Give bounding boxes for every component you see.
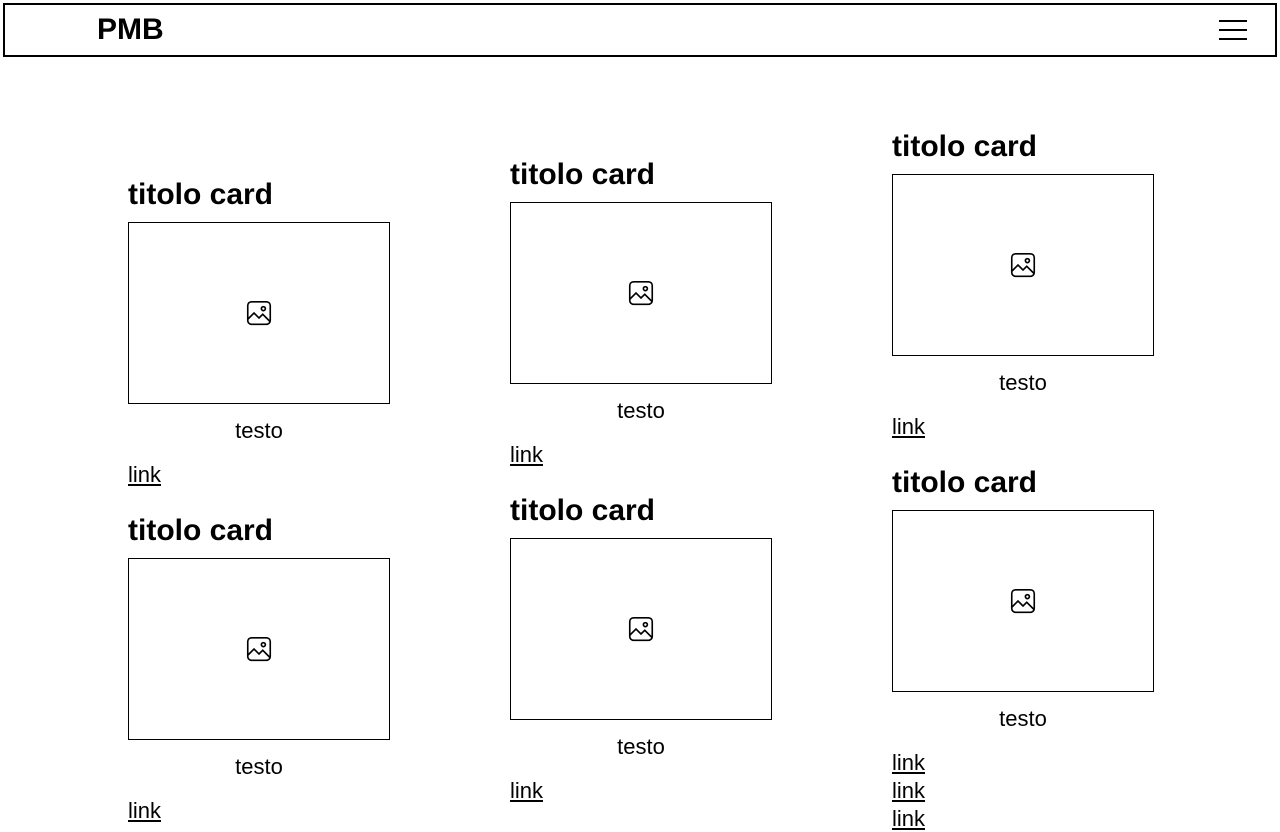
image-placeholder (892, 510, 1154, 692)
image-placeholder (128, 558, 390, 740)
card-text: testo (892, 370, 1154, 396)
content: titolo card testo link titolo card testo… (0, 60, 1280, 832)
image-placeholder (510, 202, 772, 384)
card-title: titolo card (892, 466, 1154, 500)
card-link[interactable]: link (510, 778, 772, 804)
card-title: titolo card (128, 178, 390, 212)
card-link[interactable]: link (892, 750, 1154, 776)
card-text: testo (128, 418, 390, 444)
image-icon (244, 298, 274, 328)
card-2-1: titolo card testo link link link (892, 466, 1154, 832)
card-1-1: titolo card testo link (510, 494, 772, 804)
card-title: titolo card (510, 494, 772, 528)
logo[interactable]: PMB (97, 13, 164, 47)
card-link[interactable]: link (892, 806, 1154, 832)
hamburger-menu-icon[interactable] (1219, 20, 1247, 40)
card-link[interactable]: link (510, 442, 772, 468)
card-1-0: titolo card testo link (510, 158, 772, 468)
card-0-1: titolo card testo link (128, 514, 390, 824)
card-title: titolo card (510, 158, 772, 192)
image-icon (244, 634, 274, 664)
image-placeholder (510, 538, 772, 720)
image-placeholder (892, 174, 1154, 356)
header: PMB (3, 3, 1277, 57)
card-text: testo (510, 734, 772, 760)
image-icon (1008, 250, 1038, 280)
card-link[interactable]: link (128, 798, 390, 824)
image-icon (626, 614, 656, 644)
column-0: titolo card testo link titolo card testo… (128, 178, 390, 824)
card-title: titolo card (892, 130, 1154, 164)
card-text: testo (128, 754, 390, 780)
card-title: titolo card (128, 514, 390, 548)
card-link[interactable]: link (892, 414, 1154, 440)
card-text: testo (892, 706, 1154, 732)
image-icon (1008, 586, 1038, 616)
column-1: titolo card testo link titolo card testo… (510, 158, 772, 804)
card-2-0: titolo card testo link (892, 130, 1154, 440)
column-2: titolo card testo link titolo card testo… (892, 130, 1154, 832)
card-link[interactable]: link (128, 462, 390, 488)
image-placeholder (128, 222, 390, 404)
card-0-0: titolo card testo link (128, 178, 390, 488)
card-link[interactable]: link (892, 778, 1154, 804)
card-text: testo (510, 398, 772, 424)
image-icon (626, 278, 656, 308)
